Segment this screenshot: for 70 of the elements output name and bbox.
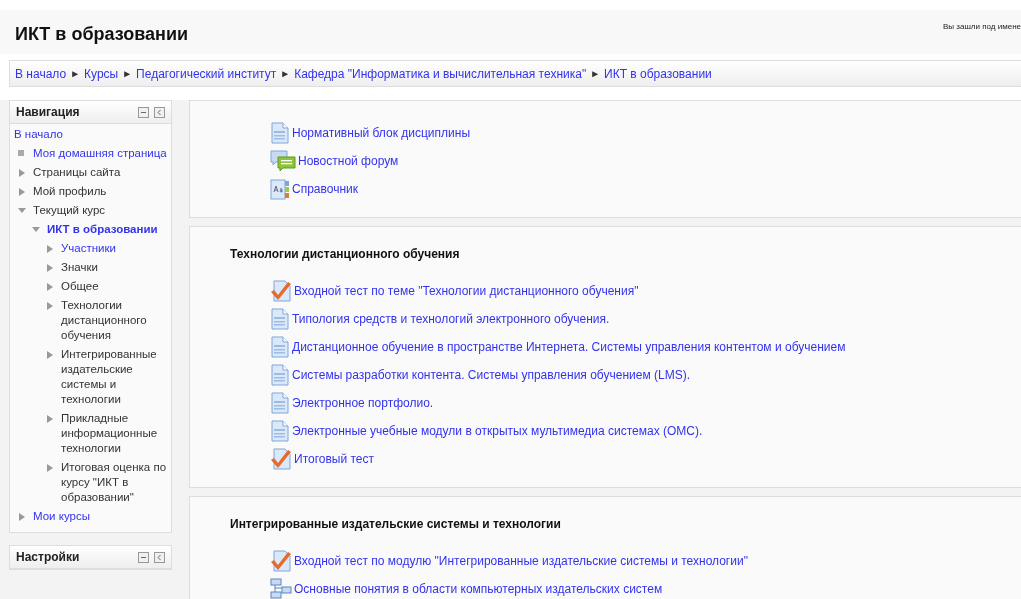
block-title: Настройки bbox=[16, 550, 80, 564]
breadcrumb-separator: ► bbox=[122, 68, 133, 79]
expander-icon[interactable] bbox=[18, 188, 26, 196]
nav-item[interactable]: В начало bbox=[14, 127, 63, 142]
breadcrumb-link[interactable]: В начало bbox=[15, 66, 67, 81]
nav-item[interactable]: Страницы сайта bbox=[33, 165, 121, 180]
expander-icon[interactable] bbox=[18, 513, 26, 521]
expander-icon[interactable] bbox=[18, 169, 26, 177]
expander-icon[interactable] bbox=[18, 207, 26, 215]
breadcrumb-link[interactable]: ИКТ в образовании bbox=[604, 66, 712, 81]
breadcrumb-link[interactable]: Педагогический институт bbox=[136, 66, 277, 81]
activity-link[interactable]: Электронные учебные модули в открытых мультимедиа системах (ОМС). bbox=[292, 424, 703, 438]
breadcrumb-link[interactable]: Курсы bbox=[84, 66, 119, 81]
expander-icon[interactable] bbox=[46, 283, 54, 291]
expander-icon[interactable] bbox=[46, 245, 54, 253]
activity-link[interactable]: Нормативный блок дисциплины bbox=[292, 126, 470, 140]
document-icon bbox=[270, 336, 290, 358]
expander-icon[interactable] bbox=[32, 226, 40, 234]
collapse-icon[interactable] bbox=[138, 551, 149, 563]
section-title: Технологии дистанционного обучения bbox=[230, 247, 461, 261]
activity-link[interactable]: Новостной форум bbox=[298, 154, 399, 168]
nav-item[interactable]: Мои курсы bbox=[33, 509, 90, 524]
nav-item[interactable]: Текущий курс bbox=[33, 203, 106, 218]
breadcrumb-separator: ► bbox=[70, 68, 81, 79]
course-title: ИКТ в образовании bbox=[15, 24, 189, 45]
forum-icon bbox=[270, 150, 296, 172]
breadcrumb-link[interactable]: Кафедра "Информатика и вычислительная техника" bbox=[294, 66, 587, 81]
expander-icon[interactable] bbox=[46, 264, 54, 272]
section-title: Интегрированные издательские системы и технологии bbox=[230, 517, 562, 531]
nav-item[interactable]: Общее bbox=[61, 279, 99, 294]
activity-link[interactable]: Входной тест по теме "Технологии дистанционного обучения" bbox=[294, 284, 639, 298]
login-info: Вы зашли под имене bbox=[943, 22, 1021, 31]
nav-item[interactable]: Технологии дистанционного обучения bbox=[61, 298, 167, 343]
activity-link[interactable]: Входной тест по модулю "Интегрированные издательские системы и технологии" bbox=[294, 554, 748, 568]
activity-link[interactable]: Справочник bbox=[292, 182, 358, 196]
block-title: Навигация bbox=[16, 105, 80, 119]
checkmark-icon bbox=[270, 448, 292, 470]
nav-item[interactable]: Участники bbox=[61, 241, 116, 256]
nav-item[interactable]: Значки bbox=[61, 260, 98, 275]
nav-item[interactable]: Прикладные информационные технологии bbox=[61, 411, 167, 456]
collapse-icon[interactable] bbox=[138, 106, 149, 118]
checkmark-icon bbox=[270, 550, 292, 572]
expander-icon[interactable] bbox=[46, 351, 54, 359]
expander-icon[interactable] bbox=[46, 464, 54, 472]
glossary-icon bbox=[270, 178, 290, 200]
nav-item[interactable]: Мой профиль bbox=[33, 184, 107, 199]
hierarchy-icon bbox=[270, 578, 292, 599]
activity-link[interactable]: Типология средств и технологий электронного обучения. bbox=[292, 312, 610, 326]
breadcrumb-separator: ► bbox=[590, 68, 601, 79]
expander-icon[interactable] bbox=[46, 302, 54, 310]
nav-item[interactable]: Интегрированные издательские системы и технологии bbox=[61, 347, 167, 407]
activity-link[interactable]: Дистанционное обучение в пространстве Интернета. Системы управления контентом и обучением bbox=[292, 340, 846, 354]
dock-icon[interactable] bbox=[154, 551, 165, 563]
document-icon bbox=[270, 308, 290, 330]
nav-item[interactable]: Моя домашняя страница bbox=[33, 146, 167, 161]
bullet-icon bbox=[18, 150, 26, 158]
document-icon bbox=[270, 364, 290, 386]
nav-item[interactable]: ИКТ в образовании bbox=[47, 222, 158, 237]
nav-item[interactable]: Итоговая оценка по курсу "ИКТ в образовании" bbox=[61, 460, 167, 505]
dock-icon[interactable] bbox=[154, 106, 165, 118]
checkmark-icon bbox=[270, 280, 292, 302]
breadcrumb-separator: ► bbox=[280, 68, 291, 79]
activity-link[interactable]: Основные понятия в области компьютерных издательских систем bbox=[294, 582, 663, 596]
activity-link[interactable]: Системы разработки контента. Системы управления обучением (LMS). bbox=[292, 368, 690, 382]
expander-icon[interactable] bbox=[46, 415, 54, 423]
document-icon bbox=[270, 420, 290, 442]
activity-link[interactable]: Электронное портфолио. bbox=[292, 396, 434, 410]
document-icon bbox=[270, 392, 290, 414]
document-icon bbox=[270, 122, 290, 144]
activity-link[interactable]: Итоговый тест bbox=[294, 452, 374, 466]
